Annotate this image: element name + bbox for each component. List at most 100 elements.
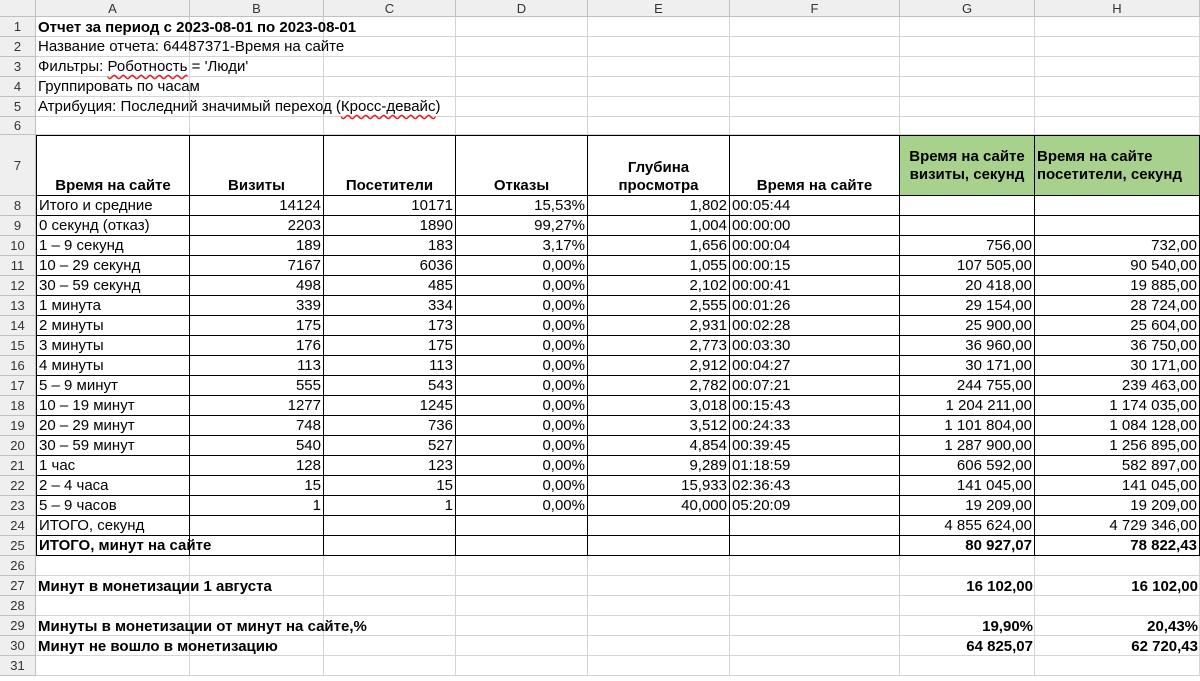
table-cell[interactable]: 00:02:28 [730, 316, 900, 336]
row-header-18[interactable]: 18 [0, 396, 36, 416]
not-in-visitors[interactable]: 62 720,43 [1035, 636, 1200, 656]
table-cell[interactable]: 05:20:09 [730, 496, 900, 516]
grid-cell[interactable] [588, 556, 730, 576]
table-cell[interactable]: 4 729 346,00 [1035, 516, 1200, 536]
spreadsheet[interactable]: A B C D E F G H 1 2 3 4 5 6 7 8 9 10 11 12 13 14 15 16 17 18 19 20 2… [0, 0, 1200, 681]
row-label[interactable]: 30 – 59 минут [36, 436, 190, 456]
percent-label[interactable]: Минуты в монетизации от минут на сайте,% [36, 616, 900, 636]
table-cell[interactable]: 0,00% [456, 316, 588, 336]
grid-cell[interactable] [900, 596, 1035, 616]
row-header-11[interactable]: 11 [0, 256, 36, 276]
row-header-28[interactable]: 28 [0, 596, 36, 616]
table-cell[interactable] [588, 536, 730, 556]
percent-visitors[interactable]: 20,43% [1035, 616, 1200, 636]
row-label[interactable]: 1 – 9 секунд [36, 236, 190, 256]
table-cell[interactable]: 00:00:15 [730, 256, 900, 276]
table-cell[interactable]: 7167 [190, 256, 324, 276]
table-cell[interactable]: 1,055 [588, 256, 730, 276]
table-cell[interactable]: 25 604,00 [1035, 316, 1200, 336]
table-cell[interactable]: 0,00% [456, 476, 588, 496]
select-all-corner[interactable] [0, 0, 36, 17]
table-cell[interactable]: 0,00% [456, 276, 588, 296]
table-cell[interactable]: 80 927,07 [900, 536, 1035, 556]
percent-visits[interactable]: 19,90% [900, 616, 1035, 636]
table-cell[interactable]: 732,00 [1035, 236, 1200, 256]
table-header-1[interactable]: Время на сайте [36, 135, 190, 196]
table-cell[interactable]: 00:07:21 [730, 376, 900, 396]
grid-cell[interactable] [190, 117, 324, 135]
table-cell[interactable]: 19 885,00 [1035, 276, 1200, 296]
table-cell[interactable] [900, 216, 1035, 236]
table-cell[interactable] [324, 536, 456, 556]
column-header-d[interactable]: D [456, 0, 588, 17]
table-cell[interactable] [324, 516, 456, 536]
table-cell[interactable] [588, 516, 730, 536]
row-header-19[interactable]: 19 [0, 416, 36, 436]
row-label[interactable]: 30 – 59 секунд [36, 276, 190, 296]
table-cell[interactable]: 123 [324, 456, 456, 476]
table-cell[interactable]: 2,102 [588, 276, 730, 296]
table-cell[interactable]: 90 540,00 [1035, 256, 1200, 276]
table-cell[interactable]: 20 418,00 [900, 276, 1035, 296]
table-cell[interactable]: 555 [190, 376, 324, 396]
grid-cell[interactable] [324, 596, 456, 616]
row-header-8[interactable]: 8 [0, 196, 36, 216]
row-header-2[interactable]: 2 [0, 37, 36, 57]
grid-cell[interactable] [324, 117, 456, 135]
row-header-15[interactable]: 15 [0, 336, 36, 356]
table-cell[interactable]: 606 592,00 [900, 456, 1035, 476]
column-header-a[interactable]: A [36, 0, 190, 17]
row-header-27[interactable]: 27 [0, 576, 36, 596]
table-cell[interactable]: 00:05:44 [730, 196, 900, 216]
monetization-visitors[interactable]: 16 102,00 [1035, 576, 1200, 596]
table-cell[interactable]: 15,933 [588, 476, 730, 496]
table-cell[interactable]: 175 [324, 336, 456, 356]
table-cell[interactable]: 00:03:30 [730, 336, 900, 356]
table-cell[interactable]: 2,782 [588, 376, 730, 396]
table-header-3[interactable]: Посетители [324, 135, 456, 196]
row-label[interactable]: 2 – 4 часа [36, 476, 190, 496]
table-cell[interactable]: 3,17% [456, 236, 588, 256]
table-cell[interactable]: 175 [190, 316, 324, 336]
grid-cell[interactable] [900, 656, 1035, 676]
table-cell[interactable]: 107 505,00 [900, 256, 1035, 276]
row-label[interactable]: ИТОГО, секунд [36, 516, 190, 536]
row-header-5[interactable]: 5 [0, 97, 36, 117]
table-cell[interactable]: 00:15:43 [730, 396, 900, 416]
monetization-label[interactable]: Минут в монетизации 1 августа [36, 576, 900, 596]
grid-cell[interactable] [730, 596, 900, 616]
table-cell[interactable]: 78 822,43 [1035, 536, 1200, 556]
row-header-20[interactable]: 20 [0, 436, 36, 456]
column-header-h[interactable]: H [1035, 0, 1200, 17]
row-header-16[interactable]: 16 [0, 356, 36, 376]
row-header-14[interactable]: 14 [0, 316, 36, 336]
column-header-b[interactable]: B [190, 0, 324, 17]
table-cell[interactable]: 2,931 [588, 316, 730, 336]
table-cell[interactable]: 1,004 [588, 216, 730, 236]
table-cell[interactable]: 1 101 804,00 [900, 416, 1035, 436]
table-cell[interactable]: 113 [190, 356, 324, 376]
table-cell[interactable]: 10171 [324, 196, 456, 216]
row-header-30[interactable]: 30 [0, 636, 36, 656]
table-cell[interactable]: 189 [190, 236, 324, 256]
table-cell[interactable]: 30 171,00 [900, 356, 1035, 376]
row-header-10[interactable]: 10 [0, 236, 36, 256]
table-cell[interactable]: 1,802 [588, 196, 730, 216]
table-cell[interactable]: 0,00% [456, 336, 588, 356]
row-label[interactable]: 2 минуты [36, 316, 190, 336]
table-cell[interactable]: 0,00% [456, 356, 588, 376]
table-cell[interactable]: 6036 [324, 256, 456, 276]
table-cell[interactable]: 00:04:27 [730, 356, 900, 376]
table-cell[interactable]: 1 174 035,00 [1035, 396, 1200, 416]
column-header-c[interactable]: C [324, 0, 456, 17]
table-cell[interactable]: 15 [190, 476, 324, 496]
table-header-4[interactable]: Отказы [456, 135, 588, 196]
grid-cell[interactable] [730, 117, 900, 135]
table-cell[interactable]: 00:00:00 [730, 216, 900, 236]
table-cell[interactable] [456, 516, 588, 536]
attribution-text[interactable]: Атрибуция: Последний значимый переход (К… [36, 97, 1200, 117]
table-cell[interactable]: 1 [324, 496, 456, 516]
table-cell[interactable]: 113 [324, 356, 456, 376]
row-header-31[interactable]: 31 [0, 656, 36, 676]
table-cell[interactable]: 00:00:41 [730, 276, 900, 296]
